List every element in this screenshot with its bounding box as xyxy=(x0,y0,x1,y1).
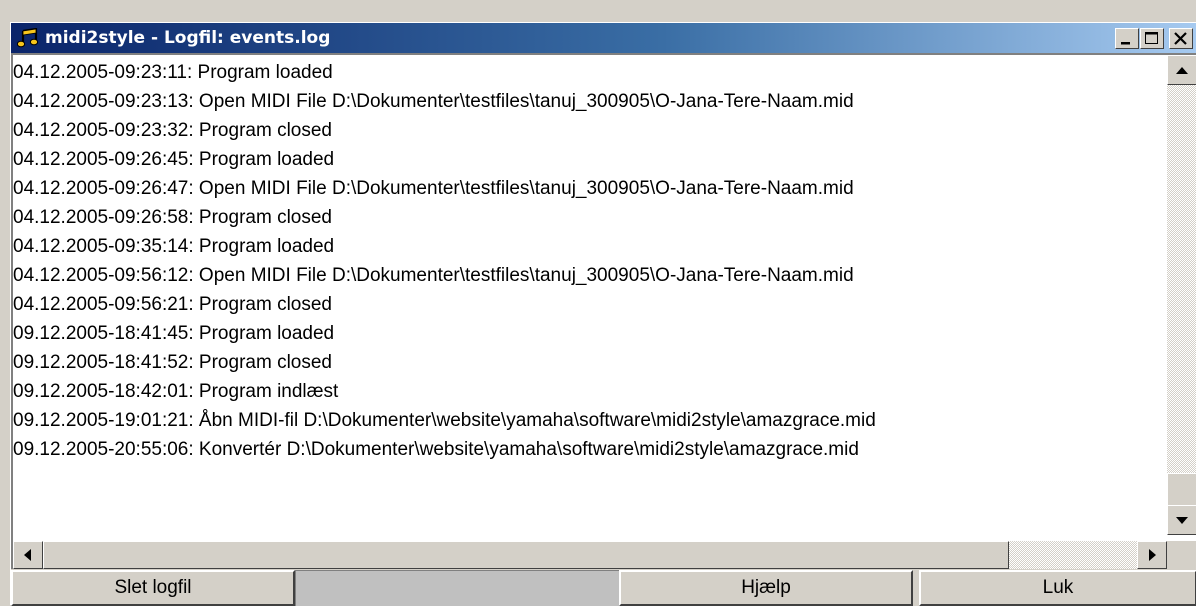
close-icon xyxy=(1174,32,1187,45)
vertical-scroll-thumb[interactable] xyxy=(1167,473,1196,507)
close-window-button[interactable]: Luk xyxy=(919,570,1196,606)
scroll-up-button[interactable] xyxy=(1167,55,1196,85)
window-title: midi2style - Logfil: events.log xyxy=(45,28,331,48)
log-line: 04.12.2005-09:26:47: Open MIDI File D:\D… xyxy=(13,178,854,199)
title-bar[interactable]: midi2style - Logfil: events.log xyxy=(11,23,1196,53)
log-line: 09.12.2005-19:01:21: Åbn MIDI-fil D:\Dok… xyxy=(13,410,876,431)
log-line: 04.12.2005-09:26:58: Program closed xyxy=(13,207,332,228)
log-line: 09.12.2005-18:41:52: Program closed xyxy=(13,352,332,373)
log-window: midi2style - Logfil: events.log 04.12.20… xyxy=(10,22,1196,606)
minimize-icon xyxy=(1121,42,1130,45)
horizontal-scrollbar[interactable] xyxy=(13,541,1167,569)
log-line: 09.12.2005-18:42:01: Program indlæst xyxy=(13,381,339,402)
delete-log-button[interactable]: Slet logfil xyxy=(11,570,295,606)
status-panel xyxy=(295,570,619,606)
help-button[interactable]: Hjælp xyxy=(619,570,913,606)
close-button[interactable] xyxy=(1169,28,1193,49)
vertical-scrollbar[interactable] xyxy=(1167,55,1196,535)
arrow-right-icon xyxy=(1149,549,1156,561)
log-line: 04.12.2005-09:26:45: Program loaded xyxy=(13,149,335,170)
log-line: 04.12.2005-09:23:13: Open MIDI File D:\D… xyxy=(13,91,854,112)
log-text-area[interactable]: 04.12.2005-09:23:11: Program loaded 04.1… xyxy=(11,53,1196,569)
log-line: 09.12.2005-18:41:45: Program loaded xyxy=(13,323,335,344)
arrow-up-icon xyxy=(1176,67,1188,74)
maximize-button[interactable] xyxy=(1140,28,1164,49)
horizontal-scroll-thumb[interactable] xyxy=(43,541,1009,569)
maximize-icon xyxy=(1145,32,1158,44)
scroll-right-button[interactable] xyxy=(1137,541,1167,569)
arrow-left-icon xyxy=(24,549,31,561)
log-line: 04.12.2005-09:23:32: Program closed xyxy=(13,120,332,141)
log-line: 04.12.2005-09:56:21: Program closed xyxy=(13,294,332,315)
scroll-left-button[interactable] xyxy=(13,541,43,569)
log-line: 04.12.2005-09:56:12: Open MIDI File D:\D… xyxy=(13,265,854,286)
log-line: 09.12.2005-20:55:06: Konvertér D:\Dokume… xyxy=(13,439,859,460)
scrollbar-corner xyxy=(1167,541,1196,569)
music-note-icon xyxy=(16,27,39,48)
arrow-down-icon xyxy=(1176,517,1188,524)
button-bar: Slet logfil Hjælp Luk xyxy=(11,569,1196,606)
log-line: 04.12.2005-09:35:14: Program loaded xyxy=(13,236,335,257)
minimize-button[interactable] xyxy=(1115,28,1139,49)
log-line: 04.12.2005-09:23:11: Program loaded xyxy=(13,62,333,83)
log-lines: 04.12.2005-09:23:11: Program loaded 04.1… xyxy=(13,58,1163,533)
scroll-down-button[interactable] xyxy=(1167,505,1196,535)
